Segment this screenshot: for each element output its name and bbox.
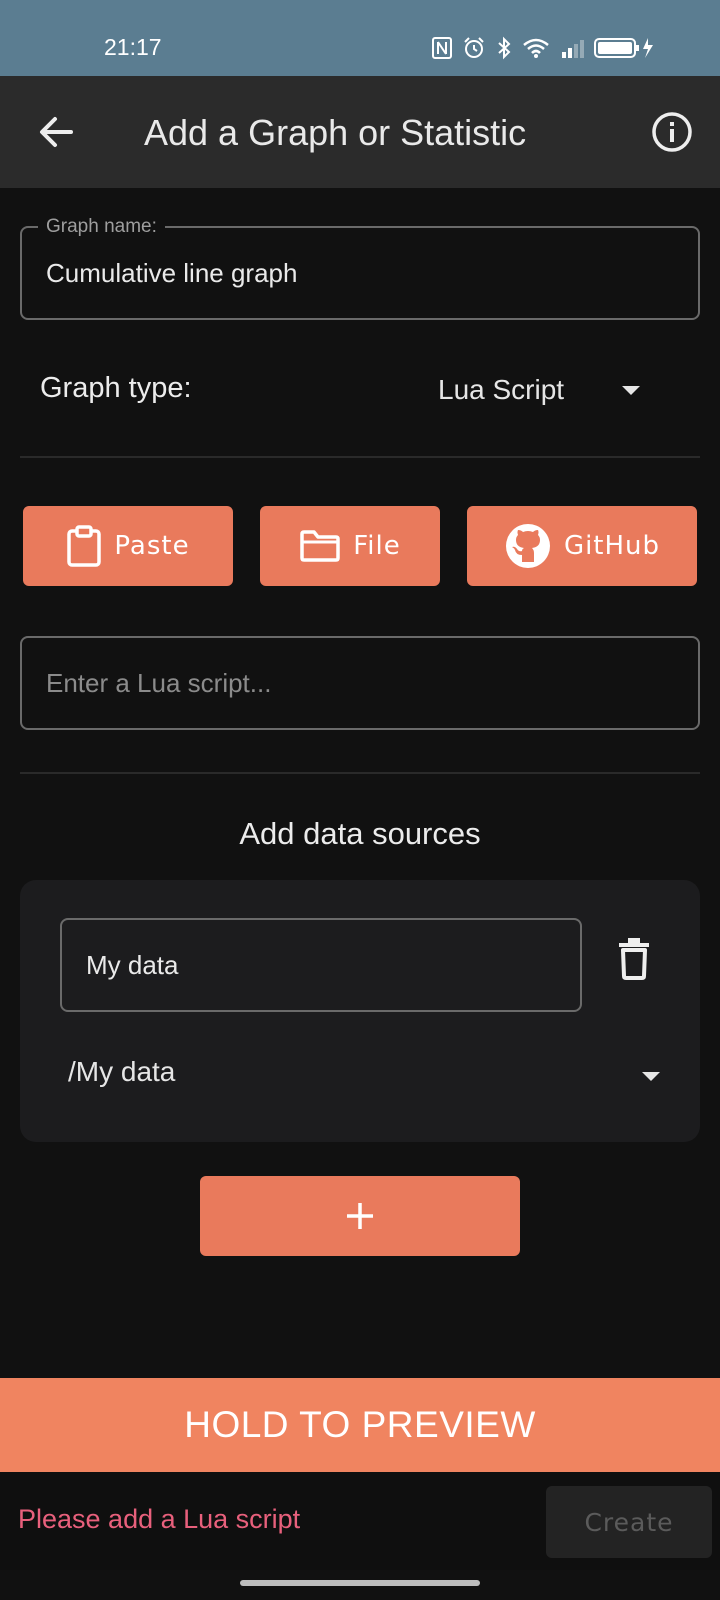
graph-type-dropdown[interactable]: Lua Script bbox=[430, 370, 650, 410]
paste-button-label: Paste bbox=[114, 531, 190, 561]
alarm-icon bbox=[464, 37, 484, 58]
delete-data-source-button[interactable] bbox=[616, 936, 652, 980]
chevron-down-icon bbox=[622, 386, 640, 395]
data-source-path-dropdown[interactable]: /My data bbox=[60, 1048, 660, 1104]
back-button[interactable] bbox=[34, 110, 78, 154]
file-button[interactable]: File bbox=[260, 506, 440, 586]
graph-type-label: Graph type: bbox=[40, 372, 192, 404]
data-source-name-input[interactable]: My data bbox=[60, 918, 582, 1012]
divider bbox=[20, 772, 700, 774]
battery-charging-icon bbox=[594, 38, 653, 58]
app-bar: Add a Graph or Statistic bbox=[0, 76, 720, 188]
hold-to-preview-label: HOLD TO PREVIEW bbox=[184, 1404, 536, 1445]
create-button-label: Create bbox=[584, 1507, 674, 1537]
graph-name-label: Graph name: bbox=[38, 216, 165, 238]
add-data-source-button[interactable] bbox=[200, 1176, 520, 1256]
graph-name-field[interactable]: Graph name: Cumulative line graph bbox=[20, 216, 700, 320]
trash-icon bbox=[619, 938, 649, 980]
data-source-path-value: /My data bbox=[68, 1056, 176, 1087]
divider bbox=[20, 456, 700, 458]
graph-name-value: Cumulative line graph bbox=[46, 258, 298, 288]
lua-script-input[interactable]: Enter a Lua script... bbox=[20, 636, 700, 730]
create-button[interactable]: Create bbox=[546, 1486, 712, 1558]
status-bar: 21:17 bbox=[0, 0, 720, 76]
graph-type-value: Lua Script bbox=[438, 374, 565, 405]
plus-icon bbox=[347, 1203, 373, 1229]
paste-button[interactable]: Paste bbox=[23, 506, 233, 586]
data-sources-title: Add data sources bbox=[239, 816, 481, 851]
github-button-label: GitHub bbox=[563, 531, 661, 561]
info-button[interactable] bbox=[650, 110, 694, 154]
hold-to-preview-button[interactable]: HOLD TO PREVIEW bbox=[0, 1378, 720, 1472]
data-source-card: My data /My data bbox=[20, 880, 700, 1142]
info-icon bbox=[652, 112, 692, 152]
clipboard-icon bbox=[67, 525, 102, 567]
chevron-down-icon bbox=[642, 1072, 660, 1081]
data-source-name-value: My data bbox=[86, 950, 179, 980]
nfc-icon bbox=[432, 37, 452, 59]
bottom-bar: Please add a Lua script Create bbox=[0, 1472, 720, 1570]
wifi-icon bbox=[523, 38, 549, 58]
arrow-back-icon bbox=[40, 117, 73, 147]
signal-icon bbox=[562, 40, 584, 58]
validation-error-text: Please add a Lua script bbox=[18, 1504, 301, 1534]
page-title: Add a Graph or Statistic bbox=[144, 112, 527, 153]
github-icon bbox=[505, 524, 550, 568]
lua-script-placeholder: Enter a Lua script... bbox=[46, 668, 272, 698]
github-button[interactable]: GitHub bbox=[467, 506, 697, 586]
folder-icon bbox=[300, 530, 340, 562]
file-button-label: File bbox=[353, 531, 401, 561]
home-indicator[interactable] bbox=[240, 1580, 480, 1586]
status-time: 21:17 bbox=[104, 34, 162, 60]
status-icons bbox=[432, 36, 656, 60]
bluetooth-icon bbox=[498, 36, 511, 60]
